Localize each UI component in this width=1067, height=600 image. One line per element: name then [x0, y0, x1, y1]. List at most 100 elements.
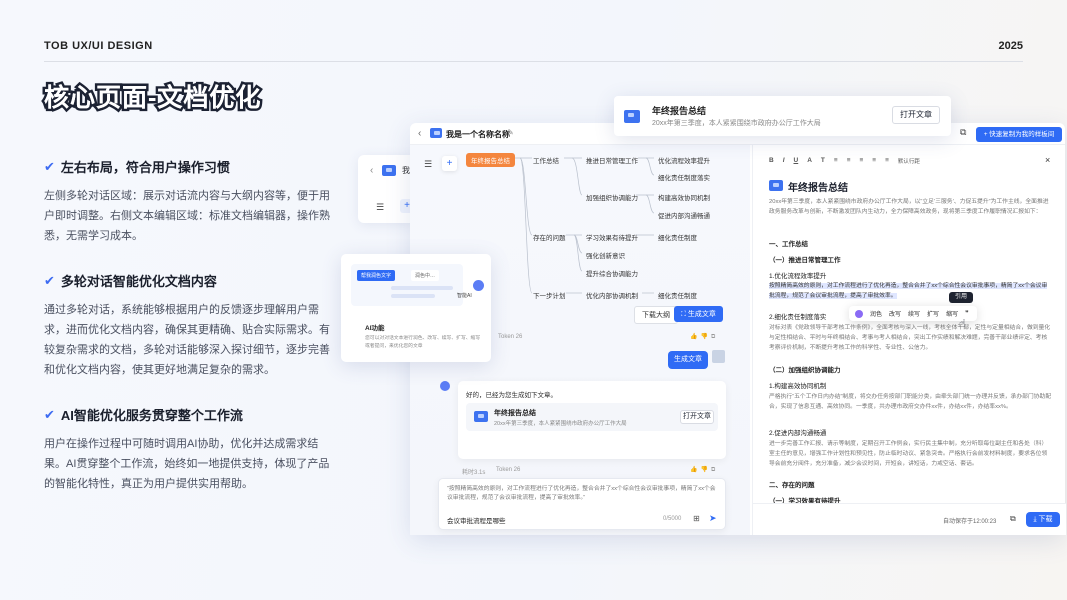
ai-avatar: [440, 381, 450, 391]
underline-button[interactable]: U: [794, 157, 799, 165]
align-left-button[interactable]: ≡: [834, 157, 838, 165]
shorten-option[interactable]: 缩写: [946, 309, 958, 318]
italic-button[interactable]: I: [783, 157, 785, 165]
ai-card-desc: 您可以对对话文本进行润色、改写、续写、扩写、缩写或者提问，来优化您的文章: [365, 336, 481, 349]
quote-icon[interactable]: ❞: [965, 310, 969, 317]
mindmap-node[interactable]: 细化责任制度: [658, 290, 697, 300]
mindmap-root[interactable]: 年终报告总结: [466, 153, 515, 167]
generate-article-button[interactable]: ⛶ 生成文章: [674, 306, 723, 322]
preview-line: [391, 286, 453, 290]
back-arrow-icon[interactable]: ‹: [370, 165, 373, 176]
user-message: 生成文章: [668, 351, 708, 369]
mindmap-node[interactable]: 下一步计划: [533, 290, 566, 300]
app-window: ‹ 我是一个名称名称 ✎ ⧉ + 快速复制为我的样板间 ☰ + 年终报告总结 工…: [410, 123, 1066, 535]
ghost-title: 我: [402, 166, 410, 175]
feature-section-dialog: ✔ 多轮对话智能优化文档内容 通过多轮对话，系统能够根据用户的反馈逐步理解用户需求…: [44, 271, 334, 380]
rewrite-option[interactable]: 改写: [889, 309, 901, 318]
indent-button[interactable]: ≡: [885, 157, 889, 165]
mindmap-node[interactable]: 学习效果有待提升: [586, 232, 638, 242]
mindmap-node[interactable]: 提升综合协调能力: [586, 268, 638, 278]
chat-input[interactable]: 会议审批流程是哪些: [447, 515, 506, 525]
mindmap-node[interactable]: 存在的问题: [533, 232, 566, 242]
mindmap-node[interactable]: 细化责任制度落实: [658, 172, 710, 182]
check-icon: ✔: [44, 406, 55, 422]
preview-line: [391, 294, 435, 298]
align-center-button[interactable]: ≡: [847, 157, 851, 165]
copy-template-button[interactable]: + 快速复制为我的样板间: [976, 127, 1062, 142]
mindmap-node[interactable]: 强化创新意识: [586, 250, 625, 260]
doc-heading: （二）加强组织协调能力: [769, 367, 841, 374]
doc-heading: 1.优化流程效率提升: [769, 273, 827, 280]
ai-icon: [855, 309, 863, 318]
expand-option[interactable]: 扩写: [927, 309, 939, 318]
autosave-status: 自动保存于12:00:23: [943, 519, 997, 525]
generate-label: 生成文章: [687, 311, 716, 318]
section-heading: 多轮对话智能优化文档内容: [60, 274, 217, 289]
highlighted-text[interactable]: 按照精简高效的原则，对工作流程进行了优化再造，整合合并了xx个综合性会议审批事项…: [769, 281, 1053, 301]
mindmap-node[interactable]: 细化责任制度: [658, 232, 697, 242]
ai-action-menu: 润色 改写 续写 扩写 缩写 ❞: [849, 306, 977, 321]
download-outline-button[interactable]: 下载大纲: [634, 306, 678, 324]
mindmap-node[interactable]: 加强组织协调能力: [586, 192, 638, 202]
chat-input-box[interactable]: “按照精简高效的原则，对工作流程进行了优化再造，整合合并了xx个综合性会议审批事…: [438, 478, 726, 530]
mindmap-node[interactable]: 构建高效协同机制: [658, 192, 710, 202]
page-title-fill: 核心页面-文档优化: [44, 84, 262, 112]
ai-label: 智能AI: [457, 293, 472, 299]
feedback-icons[interactable]: 👍👎⧉: [690, 333, 718, 341]
continue-option[interactable]: 续写: [908, 309, 920, 318]
list-button[interactable]: ≡: [872, 157, 876, 165]
doc-heading: 二、存在的问题: [769, 482, 815, 489]
reply-text: 好的，已经为您生成如下文章。: [466, 392, 557, 399]
mindmap-node[interactable]: 促进内部沟通畅通: [658, 210, 710, 220]
open-article-button[interactable]: 打开文章: [680, 410, 714, 424]
document-name: 我是一个名称名称: [446, 130, 510, 139]
feature-section-ai: ✔ AI智能优化服务贯穿整个工作流 用户在操作过程中可随时调用AI协助，优化并达成…: [44, 405, 334, 494]
align-right-button[interactable]: ≡: [860, 157, 864, 165]
article-card[interactable]: 年终报告总结 20xx年第三季度，本人紧紧围绕市政府办公厅工作大局 打开文章: [466, 403, 718, 431]
elapsed-time: 耗时3.1s: [462, 470, 486, 476]
open-article-button[interactable]: 打开文章: [892, 106, 940, 124]
check-icon: ✔: [44, 272, 55, 288]
font-color-button[interactable]: A: [807, 157, 812, 165]
doc-paragraph[interactable]: 对标对表《党政领导干部考核工作条例》，全面考核与深入一线，考核全体干部，定性与定…: [769, 323, 1053, 353]
year-label: 2025: [998, 40, 1023, 52]
doc-heading: （一）推进日常管理工作: [769, 257, 841, 264]
font-size-button[interactable]: T: [821, 157, 825, 165]
line-spacing-select[interactable]: 默认行距: [898, 157, 920, 165]
mindmap-node[interactable]: 推进日常管理工作: [586, 155, 638, 165]
card-title: 年终报告总结: [494, 410, 536, 417]
bold-button[interactable]: B: [769, 157, 774, 165]
polish-option[interactable]: 润色: [870, 309, 882, 318]
layout-icon[interactable]: ⧉: [960, 127, 966, 138]
close-icon[interactable]: ×: [1045, 155, 1050, 165]
mindmap-node[interactable]: 工作总结: [533, 155, 559, 165]
menu-icon[interactable]: ☰: [424, 159, 432, 170]
download-button[interactable]: ⤓ 下载: [1026, 512, 1060, 527]
ai-card-title: AI功能: [365, 325, 385, 332]
editor-footer: 自动保存于12:00:23 ⧉ ⤓ 下载: [753, 503, 1066, 535]
selection: 按照精简高效的原则，对工作流程进行了优化再造，整合合并了xx个综合性会议审批事项…: [769, 283, 1048, 299]
back-arrow-icon[interactable]: ‹: [418, 128, 421, 139]
copy-icon[interactable]: ⧉: [1010, 514, 1016, 524]
send-icon[interactable]: ➤: [709, 513, 717, 524]
editor-toolbar: B I U A T ≡ ≡ ≡ ≡ ≡ 默认行距: [769, 157, 920, 165]
attach-icon[interactable]: ⊞: [693, 514, 700, 523]
ai-status-chip: 润色中…: [411, 270, 440, 281]
brand-label: TOB UX/UI DESIGN: [44, 40, 153, 52]
token-count: Token 26: [498, 334, 523, 340]
doc-intro[interactable]: 20xx年第三季度，本人紧紧围绕市政府办公厅工作大局，以“立足‘三服务’、力促五…: [769, 197, 1053, 217]
background-window: ‹ 我 ☰ +: [358, 155, 416, 223]
section-body: 通过多轮对话，系统能够根据用户的反馈逐步理解用户需求，进而优化文档内容，确保其更…: [44, 304, 330, 376]
feedback-icons[interactable]: 👍👎⧉: [690, 466, 718, 474]
quoted-text: “按照精简高效的原则，对工作流程进行了优化再造，整合合并了xx个综合性会议审批事…: [447, 486, 716, 501]
floating-article-card[interactable]: 年终报告总结 20xx年第三季度，本人紧紧围绕市政府办公厅工作大局 打开文章: [614, 96, 951, 136]
char-count: 0/5000: [663, 516, 682, 522]
doc-paragraph[interactable]: 严格执行“五个工作日内办结”制度，将交办任务按部门职能分类，由牵头部门统一办理并…: [769, 392, 1053, 412]
folder-icon: [769, 180, 783, 191]
menu-icon[interactable]: ☰: [376, 202, 384, 213]
doc-paragraph[interactable]: 进一步完善工作汇报、请示等制度，定期召开工作例会，实行民主集中制，充分听取每位副…: [769, 439, 1053, 469]
mindmap-node[interactable]: 优化内部协调机制: [586, 290, 638, 300]
mindmap-node[interactable]: 优化流程效率提升: [658, 155, 710, 165]
edit-icon[interactable]: ✎: [507, 128, 514, 137]
add-icon[interactable]: +: [442, 156, 457, 171]
